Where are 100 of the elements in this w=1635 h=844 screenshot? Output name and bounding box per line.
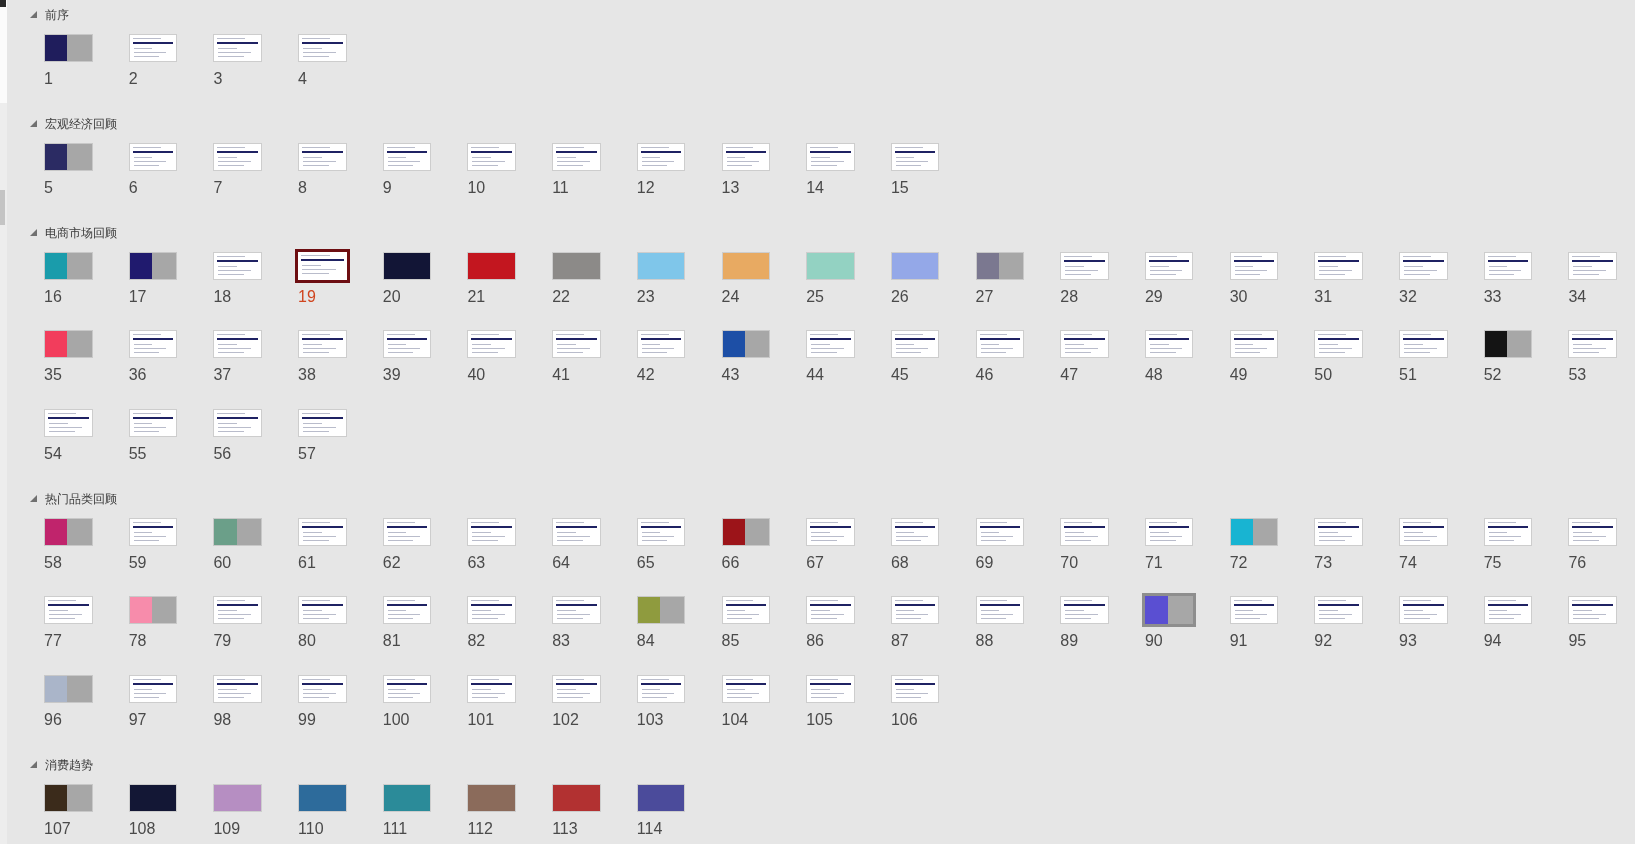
photo-placeholder xyxy=(67,143,92,170)
slide-number: 6 xyxy=(128,177,138,198)
expanded-triangle-icon[interactable] xyxy=(30,495,37,502)
slide-number: 33 xyxy=(1483,286,1502,307)
slide-number: 46 xyxy=(975,365,994,385)
slide-number: 35 xyxy=(44,365,62,385)
slide-number: 23 xyxy=(636,286,655,307)
slide-number: 67 xyxy=(806,552,824,573)
slide-number: 25 xyxy=(806,286,824,307)
slide-number: 69 xyxy=(975,552,994,573)
slide-number: 83 xyxy=(552,631,570,651)
slide-number: 68 xyxy=(890,552,909,573)
slide-number: 2 xyxy=(128,68,138,89)
slide-number: 15 xyxy=(890,177,909,198)
photo-placeholder xyxy=(998,252,1024,279)
slide-number: 89 xyxy=(1060,631,1079,651)
slide-thumbnail[interactable] xyxy=(295,248,350,283)
slide-number: 38 xyxy=(298,365,316,385)
expanded-triangle-icon[interactable] xyxy=(30,120,37,127)
slide-number: 73 xyxy=(1314,552,1333,573)
slide-thumbnail[interactable] xyxy=(1141,593,1197,627)
slide-number: 19 xyxy=(298,286,316,307)
slide-number: 70 xyxy=(1060,552,1079,573)
photo-placeholder xyxy=(67,518,92,545)
slide-number: 88 xyxy=(975,631,994,651)
photo-placeholder xyxy=(67,784,92,811)
slide-number: 95 xyxy=(1568,631,1587,651)
slide-number: 47 xyxy=(1060,365,1079,385)
slide-number: 107 xyxy=(44,818,71,839)
slide-number: 48 xyxy=(1144,365,1163,385)
slide-number: 74 xyxy=(1399,552,1417,573)
slide-number: 78 xyxy=(128,631,147,651)
slide-number: 71 xyxy=(1144,552,1163,573)
slide-number: 102 xyxy=(552,709,579,730)
slide-number: 32 xyxy=(1399,286,1417,307)
photo-placeholder xyxy=(152,597,177,623)
expanded-triangle-icon[interactable] xyxy=(30,11,37,18)
slide-number: 104 xyxy=(721,709,749,730)
slide-number: 18 xyxy=(213,286,232,307)
slide-number: 41 xyxy=(552,365,570,385)
slide-number: 85 xyxy=(721,631,740,651)
expanded-triangle-icon[interactable] xyxy=(30,761,37,768)
slide-number: 66 xyxy=(721,552,740,573)
scroll-thumb[interactable] xyxy=(0,190,5,225)
slide-number: 86 xyxy=(806,631,824,651)
slide-number: 57 xyxy=(298,443,316,464)
photo-placeholder xyxy=(67,331,92,357)
slide-number: 62 xyxy=(382,552,401,573)
slide-number: 82 xyxy=(467,631,486,651)
slide-number: 79 xyxy=(213,631,232,651)
slide-number: 34 xyxy=(1568,286,1587,307)
slide-number: 59 xyxy=(128,552,147,573)
slide-number: 92 xyxy=(1314,631,1333,651)
slide-number: 4 xyxy=(298,68,307,89)
photo-placeholder xyxy=(67,252,92,279)
expanded-triangle-icon[interactable] xyxy=(30,229,37,236)
slide-number: 97 xyxy=(128,709,147,730)
slide-number: 12 xyxy=(636,177,655,198)
slide-number: 65 xyxy=(636,552,655,573)
slide-number: 50 xyxy=(1314,365,1333,385)
slide-number: 114 xyxy=(636,818,663,839)
slide-number: 40 xyxy=(467,365,486,385)
slide-number: 77 xyxy=(44,631,62,651)
section-title[interactable]: 前序 xyxy=(45,4,69,25)
slide-number: 103 xyxy=(636,709,664,730)
slide-number: 113 xyxy=(552,818,578,839)
slide-number: 49 xyxy=(1229,365,1248,385)
slide-number: 22 xyxy=(552,286,570,307)
slide-number: 53 xyxy=(1568,365,1587,385)
photo-placeholder xyxy=(744,331,769,357)
slide-number: 111 xyxy=(382,818,408,839)
slide-number: 58 xyxy=(44,552,62,573)
slide-number: 72 xyxy=(1229,552,1248,573)
section-title[interactable]: 热门品类回顾 xyxy=(45,488,117,509)
slide-number: 37 xyxy=(213,365,232,385)
slide-number: 10 xyxy=(467,177,486,198)
slide-number: 45 xyxy=(890,365,909,385)
slide-number: 39 xyxy=(382,365,401,385)
slide-number: 27 xyxy=(975,286,994,307)
slide-number: 51 xyxy=(1399,365,1417,385)
slide-number: 101 xyxy=(467,709,495,730)
edge-mark xyxy=(0,0,6,7)
photo-placeholder xyxy=(660,597,685,623)
slide-number: 29 xyxy=(1144,286,1163,307)
slide-number: 87 xyxy=(890,631,909,651)
slide-number: 56 xyxy=(213,443,232,464)
slide-number: 93 xyxy=(1399,631,1417,651)
slide-number: 94 xyxy=(1483,631,1502,651)
slide-number: 24 xyxy=(721,286,740,307)
slide-number: 84 xyxy=(636,631,655,651)
photo-placeholder xyxy=(1507,331,1532,357)
section-title[interactable]: 宏观经济回顾 xyxy=(45,113,117,134)
photo-placeholder xyxy=(152,252,177,279)
slide-number: 36 xyxy=(128,365,147,385)
slide-number: 3 xyxy=(213,68,223,89)
slide-number: 26 xyxy=(890,286,909,307)
section-title[interactable]: 电商市场回顾 xyxy=(45,222,117,243)
section-title[interactable]: 消费趋势 xyxy=(45,754,93,775)
slide-number: 11 xyxy=(552,177,569,198)
slide-number: 98 xyxy=(213,709,232,730)
